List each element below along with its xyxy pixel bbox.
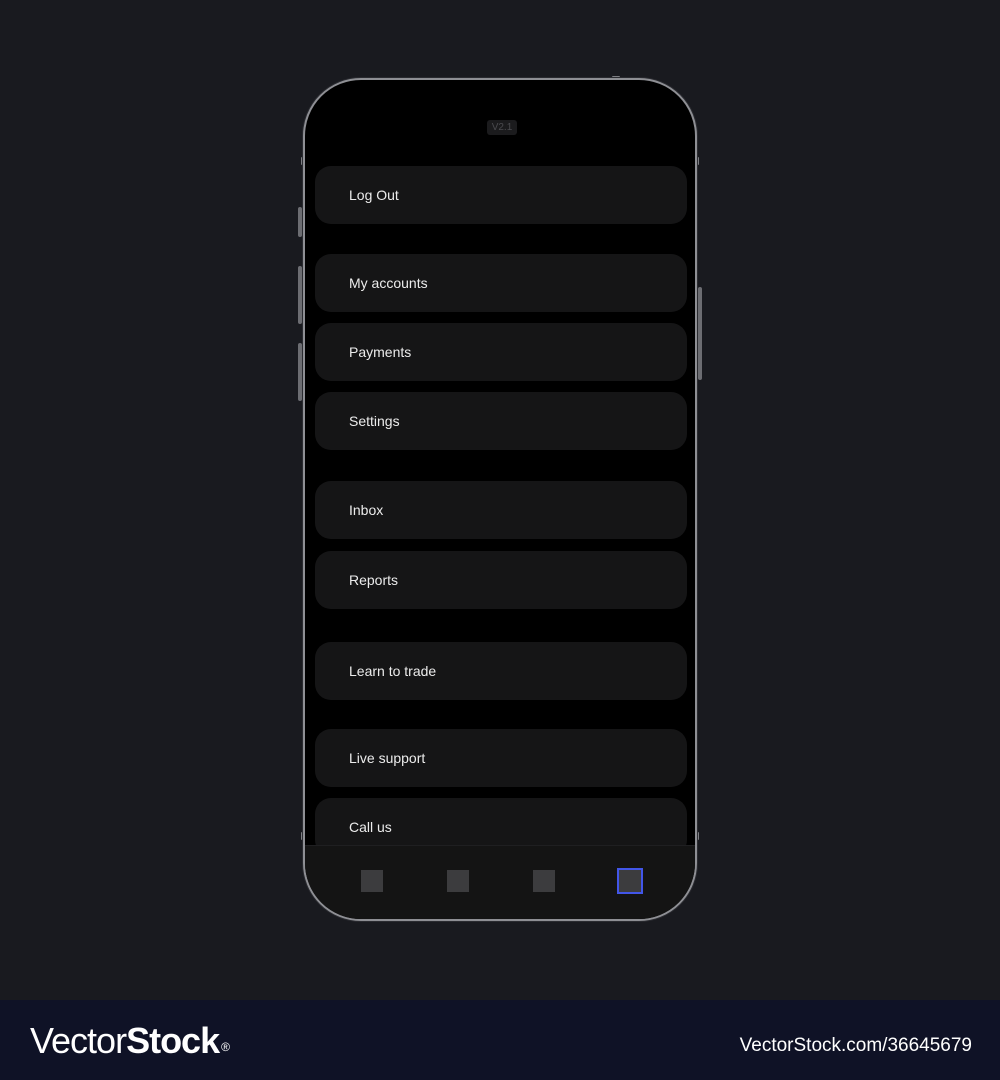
silent-switch (298, 207, 302, 237)
tab-bar (305, 845, 695, 919)
menu-item-inbox[interactable]: Inbox (315, 481, 687, 539)
tab-2-icon[interactable] (447, 870, 469, 892)
menu-item-label: Payments (349, 344, 412, 360)
menu-item-my-accounts[interactable]: My accounts (315, 254, 687, 312)
vectorstock-logo: VectorStock ® (30, 1020, 230, 1062)
registered-mark: ® (221, 1040, 230, 1054)
background: V2.1 Log Out My accounts Payments Settin… (0, 0, 1000, 1000)
menu-item-label: Settings (349, 413, 400, 429)
menu-item-learn-to-trade[interactable]: Learn to trade (315, 642, 687, 700)
menu-item-label: Learn to trade (349, 663, 437, 679)
volume-down-button (298, 343, 302, 401)
logo-text-light: Vector (30, 1020, 127, 1061)
menu-item-settings[interactable]: Settings (315, 392, 687, 450)
menu-item-label: Live support (349, 750, 426, 766)
menu-item-label: My accounts (349, 275, 428, 291)
version-badge: V2.1 (487, 120, 517, 135)
menu-item-label: Log Out (349, 187, 399, 203)
watermark-bar: VectorStock ® VectorStock.com/36645679 (0, 1000, 1000, 1080)
power-button (698, 287, 702, 380)
menu-item-label: Call us (349, 819, 392, 835)
image-credit: VectorStock.com/36645679 (739, 1035, 972, 1056)
menu-item-log-out[interactable]: Log Out (315, 166, 687, 224)
tab-3-icon[interactable] (533, 870, 555, 892)
menu-item-payments[interactable]: Payments (315, 323, 687, 381)
tab-1-icon[interactable] (361, 870, 383, 892)
menu-item-live-support[interactable]: Live support (315, 729, 687, 787)
volume-up-button (298, 266, 302, 324)
menu-item-label: Reports (349, 572, 399, 588)
menu-item-label: Inbox (349, 502, 384, 518)
logo-text-bold: Stock (126, 1020, 220, 1061)
menu-item-reports[interactable]: Reports (315, 551, 687, 609)
tab-4-icon[interactable] (617, 868, 643, 894)
phone-frame: V2.1 Log Out My accounts Payments Settin… (303, 78, 697, 921)
